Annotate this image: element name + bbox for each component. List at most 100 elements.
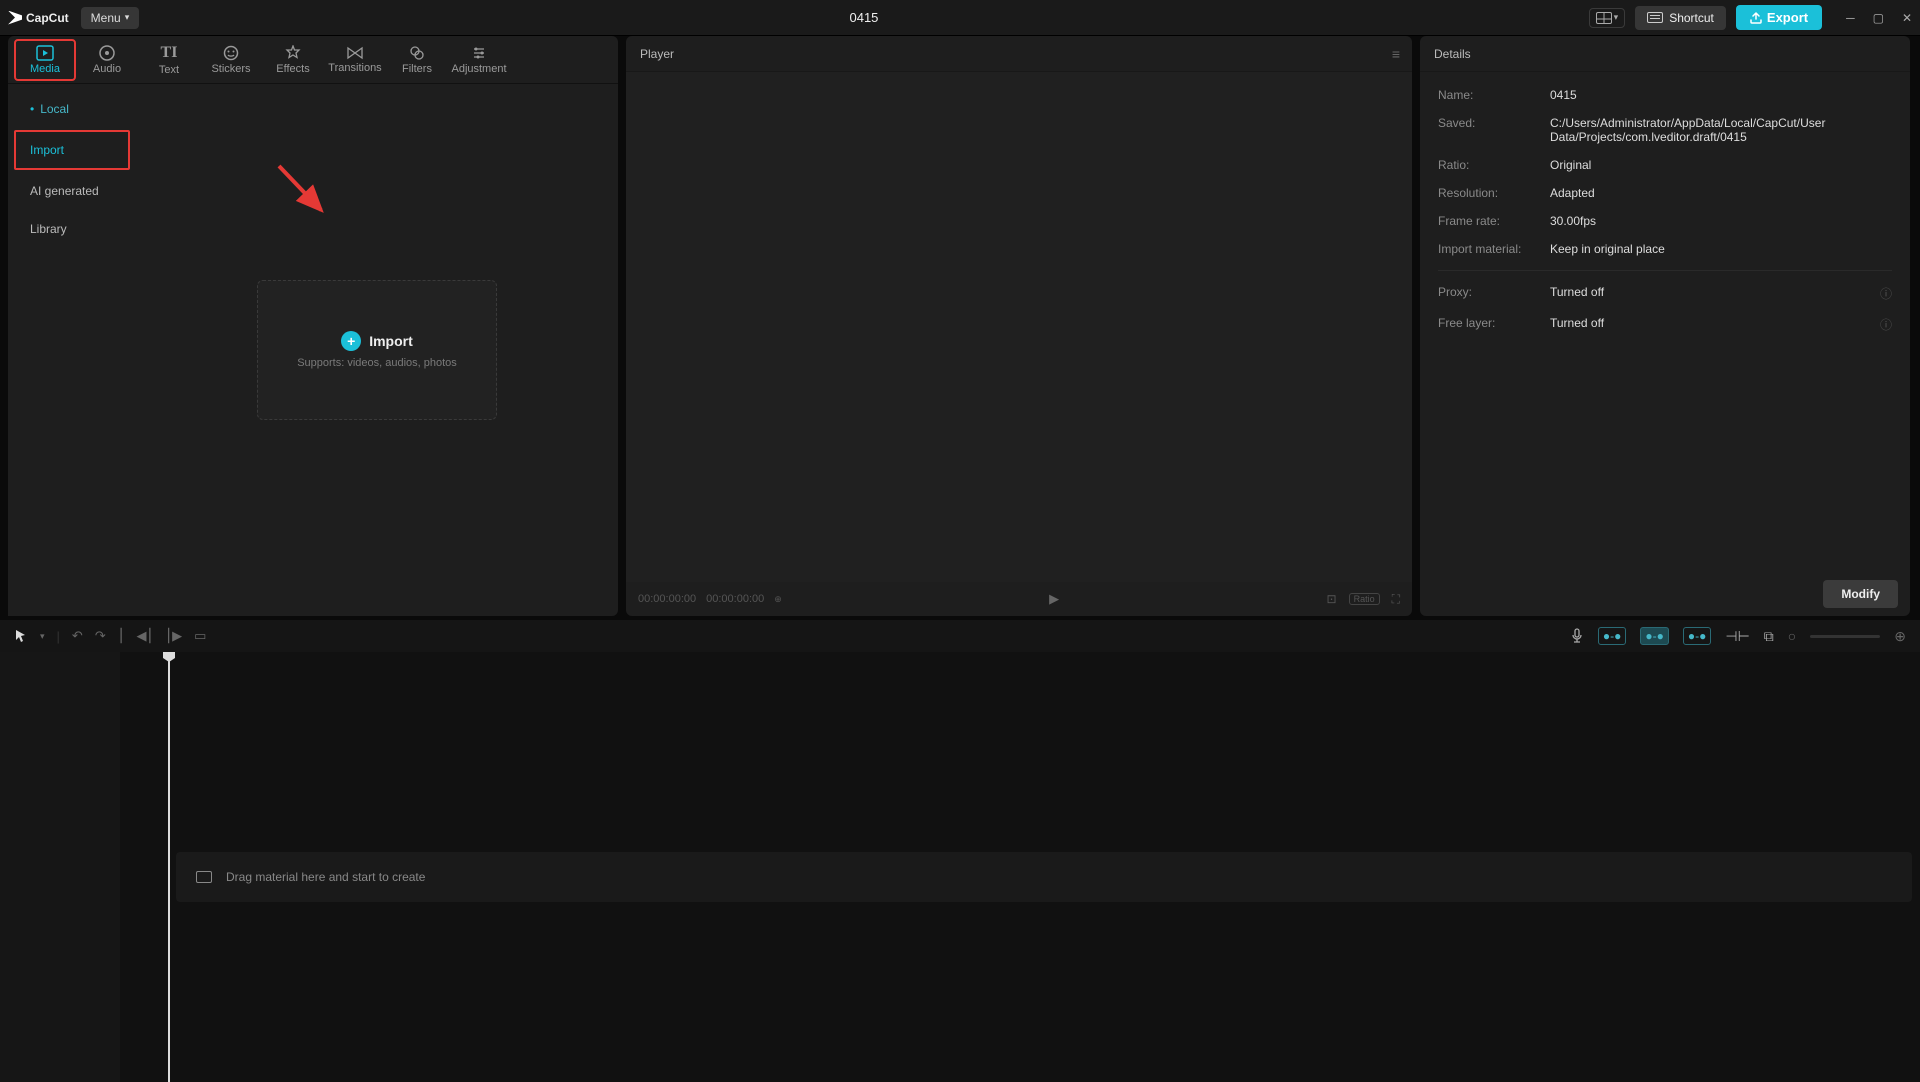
effects-icon [285,45,301,61]
timeline-gutter [0,652,120,1082]
chevron-down-icon[interactable]: ▾ [40,631,45,642]
minimize-button[interactable]: ─ [1846,11,1855,25]
tab-filters[interactable]: Filters [386,39,448,81]
media-icon [36,45,54,61]
export-label: Export [1767,10,1808,25]
player-title: Player [640,47,674,61]
timeline-empty-track[interactable]: Drag material here and start to create [176,852,1912,902]
tab-media[interactable]: Media [14,39,76,81]
value-framerate: 30.00fps [1550,214,1892,228]
sidebar-item-import[interactable]: Import [14,130,130,170]
tab-label: Media [30,63,60,75]
player-panel: Player ≡ 00:00:00:00 00:00:00:00 ⊕ ▶ ⊡ R… [626,36,1412,616]
capcut-icon [8,11,22,25]
track-preview-1[interactable]: ●-● [1598,627,1627,645]
adjustment-icon [471,45,487,61]
delete-icon[interactable]: ▭ [194,628,206,644]
ratio-button[interactable]: Ratio [1349,593,1380,605]
value-ratio: Original [1550,158,1892,172]
plus-icon: + [341,331,361,351]
undo-icon[interactable]: ↶ [72,628,83,644]
redo-icon[interactable]: ↷ [95,628,106,644]
tab-adjustment[interactable]: Adjustment [448,39,510,81]
import-subtitle: Supports: videos, audios, photos [297,357,457,369]
import-label: Import [369,333,413,349]
magnet-icon[interactable]: ⊣⊢ [1725,628,1749,645]
sidebar-item-ai-generated[interactable]: AI generated [8,172,136,210]
tab-label: Filters [402,63,432,75]
transitions-icon [346,46,364,60]
sidebar-item-library[interactable]: Library [8,210,136,248]
tab-audio[interactable]: Audio [76,39,138,81]
compare-icon[interactable]: ⊡ [1327,592,1337,606]
shortcut-button[interactable]: Shortcut [1635,6,1726,30]
player-menu-icon[interactable]: ≡ [1392,46,1398,62]
info-icon[interactable]: ⓘ [1880,285,1892,302]
menu-button[interactable]: Menu [81,7,140,29]
label-freelayer: Free layer: [1438,316,1550,333]
link-icon[interactable]: ⧉ [1764,628,1774,645]
tab-label: Adjustment [451,63,506,75]
chevron-down-icon: ▾ [1614,12,1619,23]
label-ratio: Ratio: [1438,158,1550,172]
tab-effects[interactable]: Effects [262,39,324,81]
import-drop-box[interactable]: + Import Supports: videos, audios, photo… [257,280,497,420]
player-viewport[interactable] [626,72,1412,582]
mic-icon[interactable] [1570,628,1584,644]
tab-label: Effects [276,63,309,75]
label-name: Name: [1438,88,1550,102]
tab-transitions[interactable]: Transitions [324,39,386,81]
filters-icon [409,45,425,61]
fullscreen-icon[interactable]: ⛶ [1392,592,1400,607]
layout-toggle[interactable]: ▾ [1589,8,1626,28]
play-button[interactable]: ▶ [1049,591,1059,607]
value-import-material: Keep in original place [1550,242,1892,256]
titlebar: CapCut Menu 0415 ▾ Shortcut Export ─ ▢ ✕ [0,0,1920,36]
clip-icon [196,871,212,883]
modify-button[interactable]: Modify [1823,580,1898,608]
separator [1438,270,1892,271]
details-panel: Details Name:0415 Saved:C:/Users/Adminis… [1420,36,1910,616]
track-preview-3[interactable]: ●-● [1683,627,1712,645]
value-freelayer: Turned off [1550,316,1872,333]
delete-left-icon[interactable]: ◀⎮ [137,628,154,644]
audio-icon [99,45,115,61]
info-icon[interactable]: ⓘ [1880,316,1892,333]
cursor-tool-icon[interactable] [14,629,28,643]
export-icon [1750,12,1762,24]
zoom-indicator[interactable]: ⊕ [774,594,782,605]
time-current: 00:00:00:00 [638,593,696,605]
timeline-toolbar: ▾ | ↶ ↷ ⎮ ◀⎮ ⎮▶ ▭ ●-● ●-● ●-● ⊣⊢ ⧉ ○ ⊕ [0,620,1920,652]
import-zone: + Import Supports: videos, audios, photo… [136,84,618,616]
player-controls: 00:00:00:00 00:00:00:00 ⊕ ▶ ⊡ Ratio ⛶ [626,582,1412,616]
sidebar-item-local[interactable]: Local [8,90,136,128]
tab-label: Transitions [328,62,381,74]
shortcut-label: Shortcut [1669,11,1714,25]
layout-icon [1596,12,1612,24]
maximize-button[interactable]: ▢ [1873,11,1884,25]
details-title: Details [1434,47,1471,61]
label-import-material: Import material: [1438,242,1550,256]
zoom-in-icon[interactable]: ⊕ [1894,628,1906,645]
media-tabs: Media Audio TI Text Stickers Effects Tra… [8,36,618,84]
playhead[interactable] [168,652,170,1082]
time-total: 00:00:00:00 [706,593,764,605]
stickers-icon [223,45,239,61]
delete-right-icon[interactable]: ⎮▶ [165,628,182,644]
label-resolution: Resolution: [1438,186,1550,200]
zoom-slider[interactable] [1810,635,1880,638]
divider: | [57,629,60,644]
track-preview-2[interactable]: ●-● [1640,627,1669,645]
timeline[interactable]: Drag material here and start to create [0,652,1920,1082]
tab-text[interactable]: TI Text [138,39,200,81]
export-button[interactable]: Export [1736,5,1822,30]
close-button[interactable]: ✕ [1902,11,1912,25]
tab-stickers[interactable]: Stickers [200,39,262,81]
zoom-out-icon[interactable]: ○ [1788,628,1796,644]
value-proxy: Turned off [1550,285,1872,302]
annotation-arrow [271,158,341,228]
split-icon[interactable]: ⎮ [118,628,125,644]
value-saved: C:/Users/Administrator/AppData/Local/Cap… [1550,116,1892,144]
window-controls: ─ ▢ ✕ [1846,11,1912,25]
menu-label: Menu [91,11,121,25]
